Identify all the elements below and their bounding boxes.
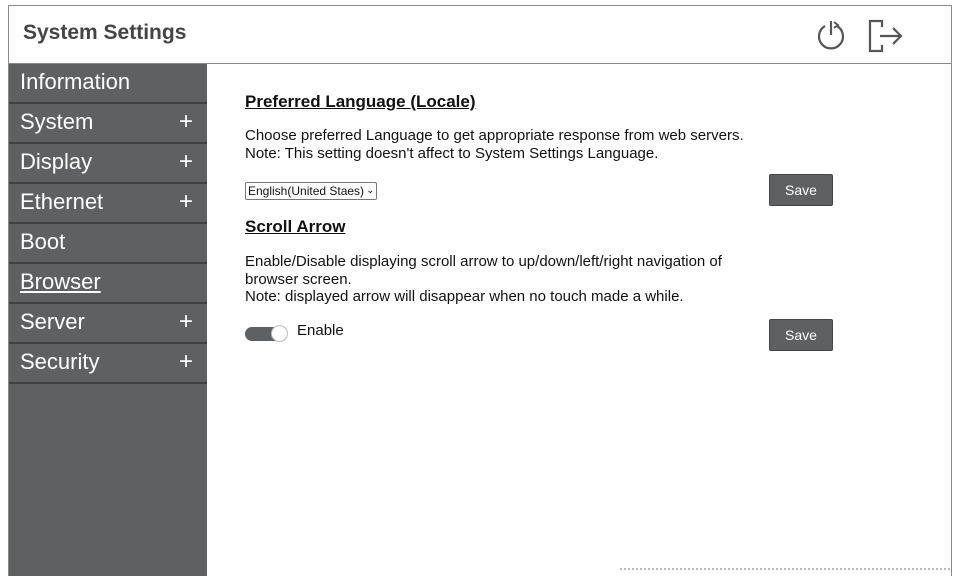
scroll-arrow-toggle[interactable]: [245, 325, 288, 342]
language-description-line1: Choose preferred Language to get appropr…: [245, 127, 744, 144]
scroll-arrow-save-button[interactable]: Save: [769, 319, 833, 351]
scroll-arrow-section-title: Scroll Arrow: [245, 217, 346, 236]
sidebar-item-system[interactable]: System +: [9, 104, 207, 144]
language-description-line2: Note: This setting doesn't affect to Sys…: [245, 145, 659, 162]
sidebar-item-browser[interactable]: Browser: [9, 264, 207, 304]
sidebar-item-server[interactable]: Server +: [9, 304, 207, 344]
scroll-arrow-description-line2: browser screen.: [245, 271, 352, 288]
language-save-button[interactable]: Save: [769, 174, 833, 206]
plus-icon[interactable]: +: [179, 144, 193, 180]
sidebar-item-label: Server: [20, 309, 85, 334]
language-section-title: Preferred Language (Locale): [245, 92, 476, 111]
main-content: Preferred Language (Locale) Choose prefe…: [207, 64, 951, 576]
chevron-down-icon: ⌄: [366, 185, 375, 196]
plus-icon[interactable]: +: [179, 304, 193, 340]
sidebar-item-information[interactable]: Information: [9, 64, 207, 104]
language-select[interactable]: English(United Staes) ⌄: [245, 182, 378, 200]
power-icon[interactable]: [812, 17, 850, 60]
language-select-value: English(United Staes): [248, 184, 365, 198]
toggle-label: Enable: [297, 322, 344, 339]
bottom-divider: [620, 568, 950, 570]
sidebar-item-label: Browser: [20, 269, 101, 294]
sidebar: Information System + Display + Ethernet …: [9, 64, 207, 576]
scroll-arrow-description-line1: Enable/Disable displaying scroll arrow t…: [245, 253, 722, 270]
page-title: System Settings: [23, 21, 187, 44]
toggle-knob: [271, 325, 288, 342]
plus-icon[interactable]: +: [179, 344, 193, 380]
sidebar-item-label: Security: [20, 349, 100, 374]
sidebar-item-security[interactable]: Security +: [9, 344, 207, 384]
sidebar-item-label: System: [20, 109, 94, 134]
sidebar-item-label: Boot: [20, 229, 66, 254]
sidebar-item-ethernet[interactable]: Ethernet +: [9, 184, 207, 224]
sidebar-item-label: Display: [20, 149, 93, 174]
sidebar-item-display[interactable]: Display +: [9, 144, 207, 184]
scroll-arrow-description-line3: Note: displayed arrow will disappear whe…: [245, 288, 684, 305]
plus-icon[interactable]: +: [179, 184, 193, 220]
sidebar-item-label: Information: [20, 69, 131, 94]
sidebar-item-label: Ethernet: [20, 189, 104, 214]
sidebar-item-boot[interactable]: Boot: [9, 224, 207, 264]
logout-icon[interactable]: [866, 17, 906, 60]
header-bar: System Settings: [9, 6, 951, 64]
plus-icon[interactable]: +: [179, 104, 193, 140]
app-window: System Settings Information System + Dis…: [8, 5, 952, 576]
